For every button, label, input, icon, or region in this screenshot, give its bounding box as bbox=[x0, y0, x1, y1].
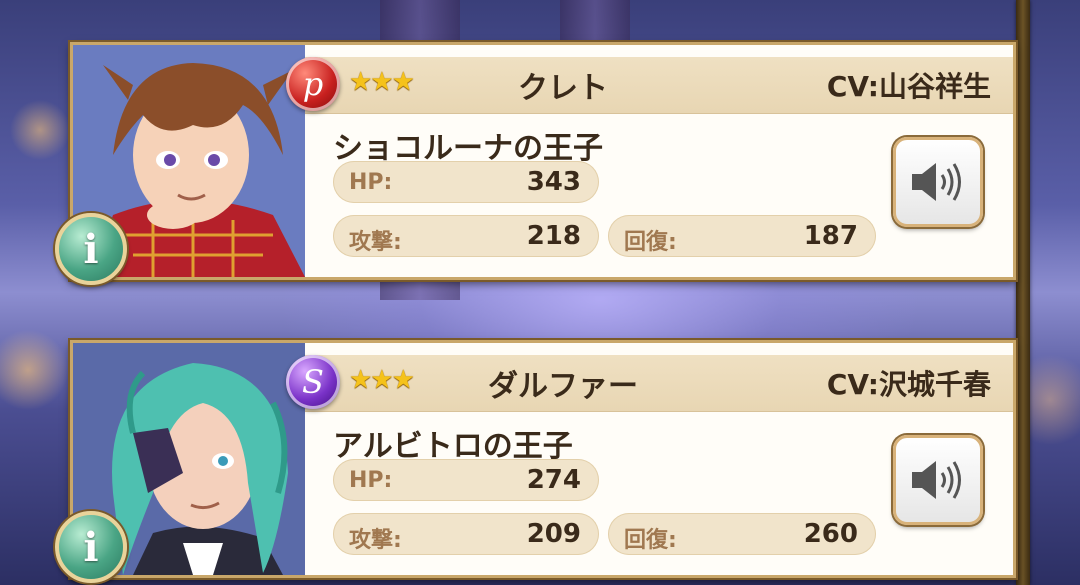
stat-attack: 攻撃: 209 bbox=[333, 513, 599, 555]
rarity-stars: ★★★ bbox=[349, 67, 415, 97]
stat-label: 攻撃: bbox=[349, 528, 402, 553]
stat-label: HP: bbox=[349, 170, 393, 195]
stat-value: 260 bbox=[803, 519, 858, 549]
element-orb-icon: p bbox=[286, 57, 340, 111]
voice-play-button[interactable] bbox=[893, 137, 983, 227]
stat-label: 回復: bbox=[624, 528, 677, 553]
stat-label: 回復: bbox=[624, 230, 677, 255]
voice-play-button[interactable] bbox=[893, 435, 983, 525]
stat-hp: HP: 274 bbox=[333, 459, 599, 501]
stat-value: 209 bbox=[526, 519, 581, 549]
character-card[interactable]: i p ★★★ クレト CV:山谷祥生 ショコルーナの王子 HP: 343 攻撃… bbox=[55, 42, 1016, 285]
character-name: クレト bbox=[518, 71, 608, 106]
character-name: ダルファー bbox=[488, 369, 638, 404]
stat-heal: 回復: 187 bbox=[608, 215, 876, 257]
info-icon: i bbox=[83, 225, 99, 273]
character-card[interactable]: i S ★★★ ダルファー CV:沢城千春 アルビトロの王子 HP: 274 攻… bbox=[55, 340, 1016, 583]
scrollbar[interactable] bbox=[1016, 0, 1030, 585]
speaker-icon bbox=[912, 461, 961, 499]
stat-value: 274 bbox=[526, 465, 581, 495]
element-orb-icon: S bbox=[286, 355, 340, 409]
stat-value: 218 bbox=[526, 221, 581, 251]
stat-value: 187 bbox=[803, 221, 858, 251]
voice-actor: CV:沢城千春 bbox=[826, 368, 991, 401]
info-button[interactable]: i bbox=[55, 511, 127, 583]
stat-attack: 攻撃: 218 bbox=[333, 215, 599, 257]
stat-hp: HP: 343 bbox=[333, 161, 599, 203]
voice-actor: CV:山谷祥生 bbox=[826, 70, 991, 103]
info-icon: i bbox=[83, 523, 99, 571]
stat-label: HP: bbox=[349, 468, 393, 493]
info-button[interactable]: i bbox=[55, 213, 127, 285]
rarity-stars: ★★★ bbox=[349, 365, 415, 395]
stat-heal: 回復: 260 bbox=[608, 513, 876, 555]
stat-value: 343 bbox=[526, 167, 581, 197]
stat-label: 攻撃: bbox=[349, 230, 402, 255]
speaker-icon bbox=[912, 163, 961, 201]
